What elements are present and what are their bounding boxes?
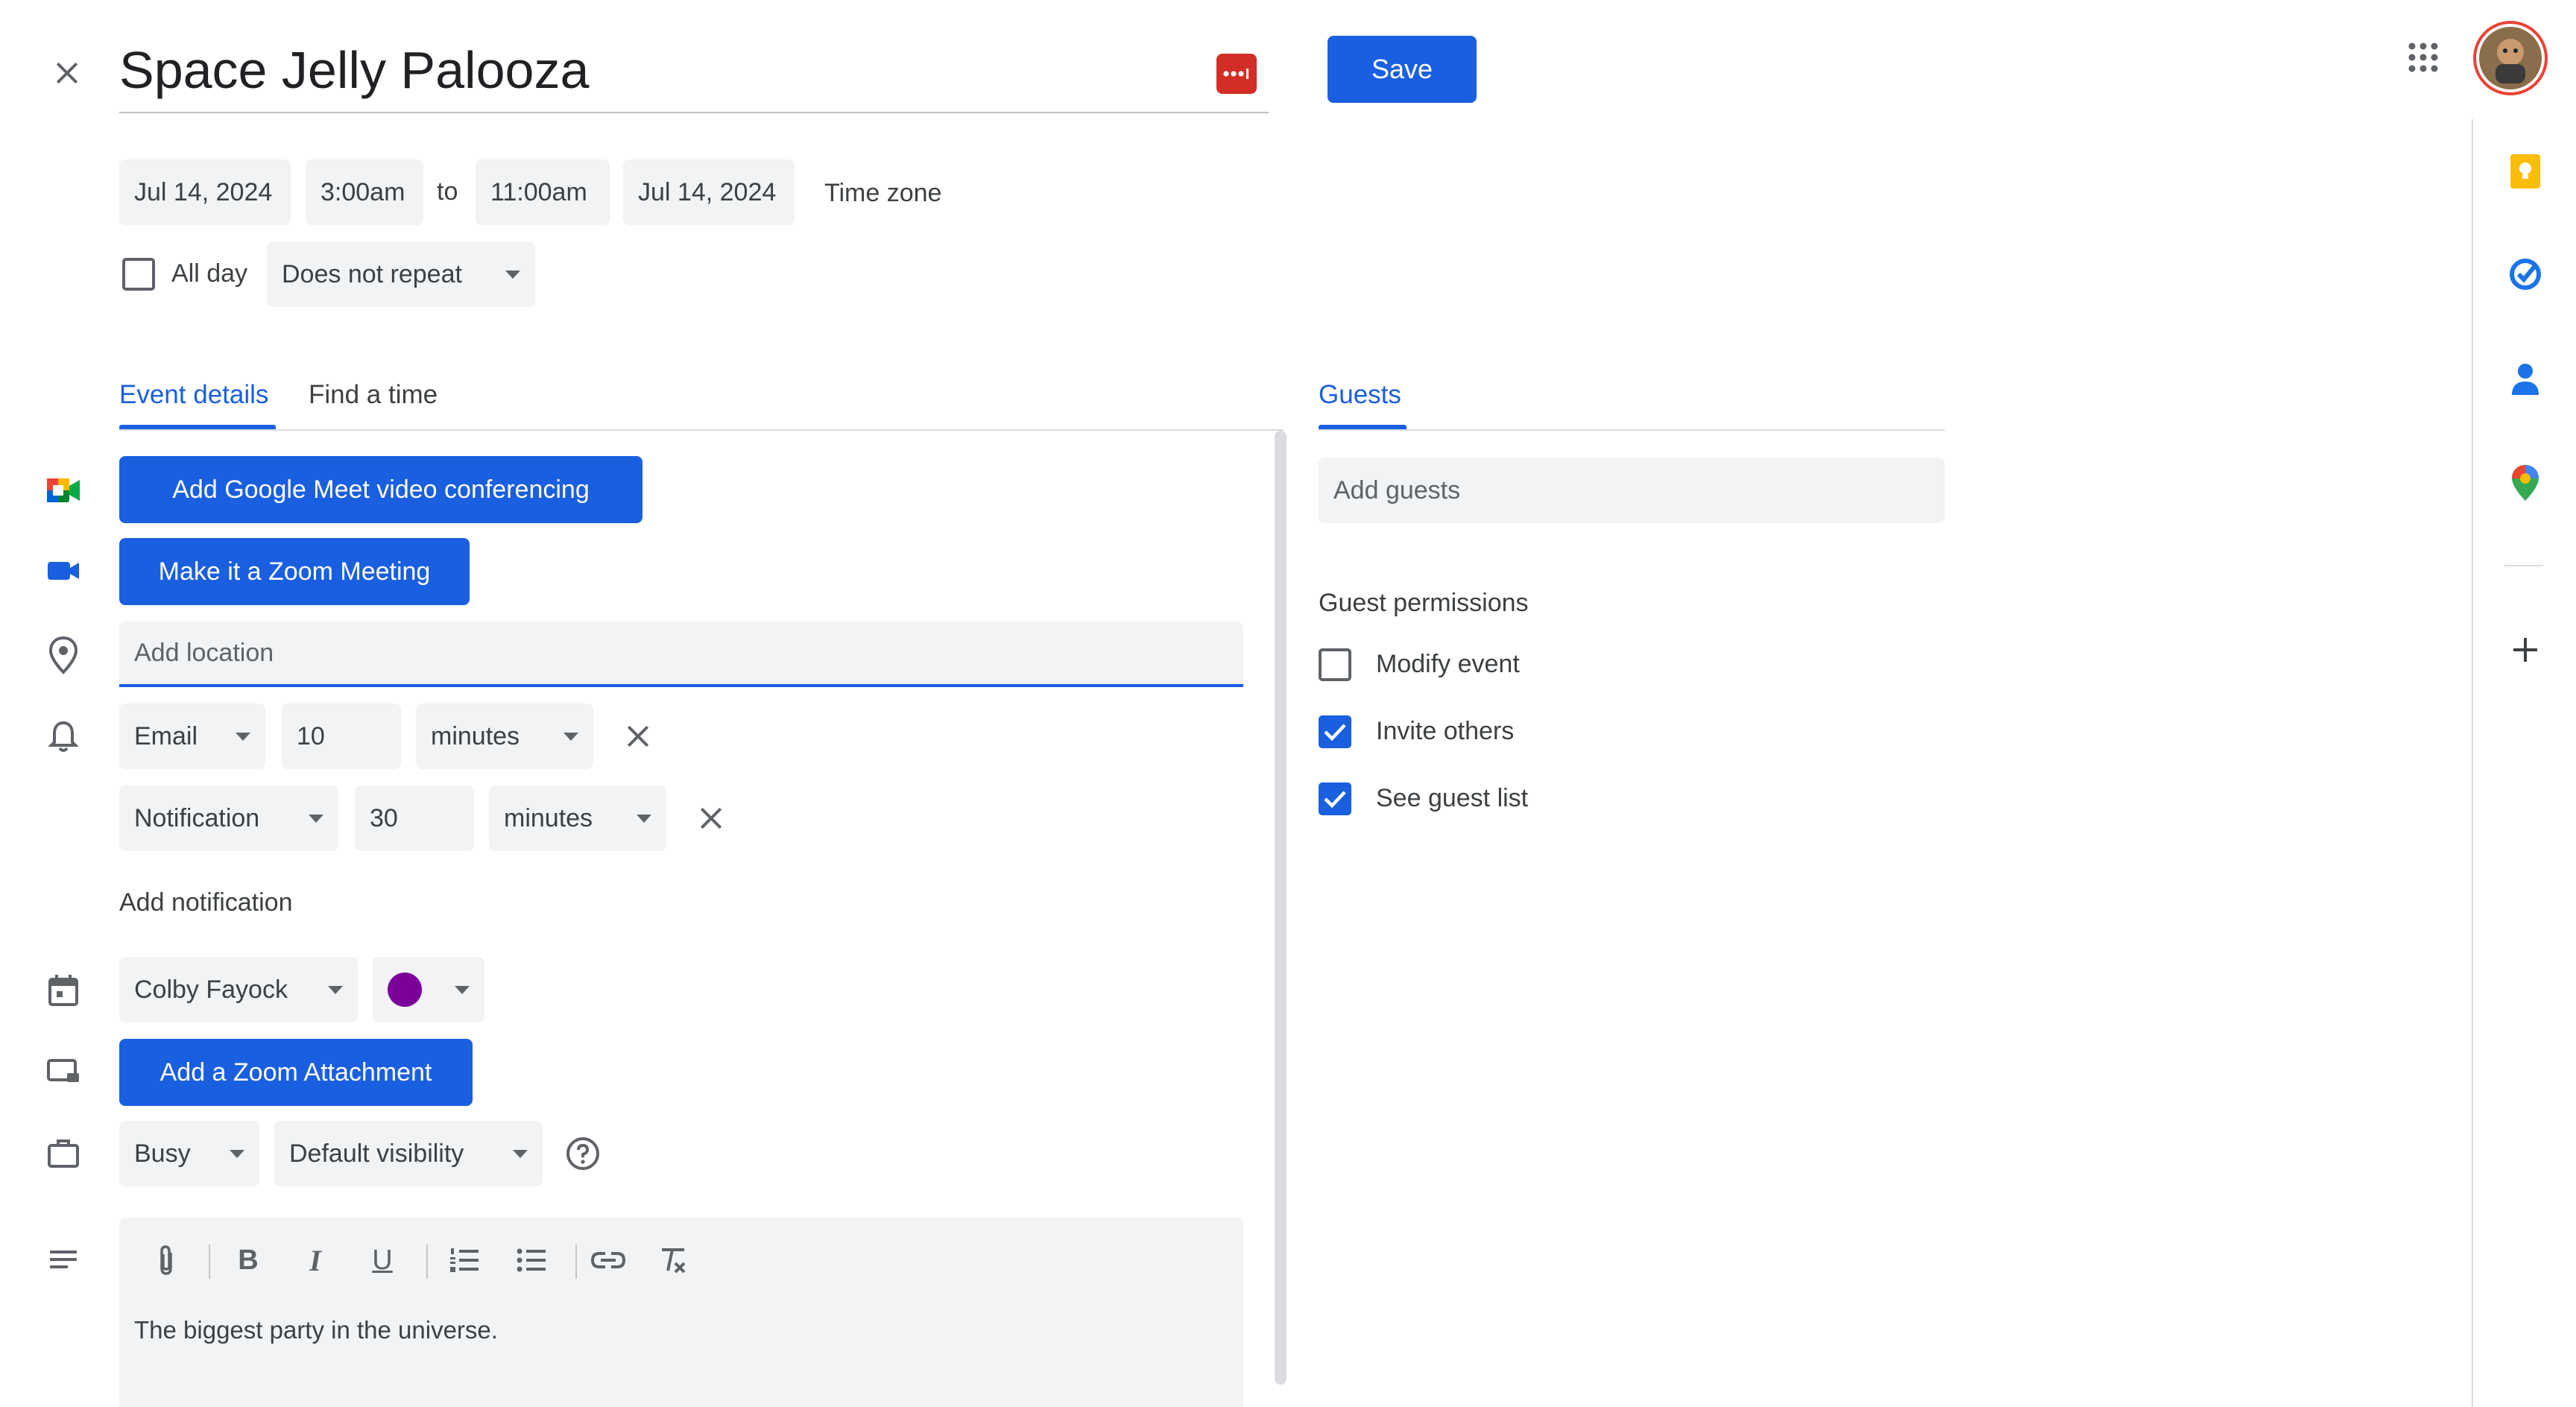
- toolbar-divider: [575, 1245, 577, 1279]
- notification-type-value: Email: [134, 721, 198, 750]
- chevron-down-icon: [564, 732, 578, 741]
- google-keep-icon[interactable]: [2504, 151, 2546, 192]
- repeat-select[interactable]: Does not repeat: [267, 241, 535, 307]
- guest-permissions-title: Guest permissions: [1319, 589, 1529, 617]
- busy-value: Busy: [134, 1139, 191, 1168]
- lastpass-icon[interactable]: [1216, 54, 1257, 94]
- event-color-swatch: [388, 973, 422, 1007]
- invite-others-checkbox[interactable]: [1319, 715, 1351, 748]
- zoom-camera-icon: [45, 554, 82, 587]
- notification-unit-select[interactable]: minutes: [489, 785, 666, 851]
- zoom-attachment-button[interactable]: Add a Zoom Attachment: [119, 1039, 473, 1106]
- tab-find-time[interactable]: Find a time: [309, 380, 438, 410]
- save-button[interactable]: Save: [1328, 36, 1477, 103]
- notification-unit-value: minutes: [504, 803, 593, 832]
- start-time-field[interactable]: 3:00am: [306, 159, 423, 225]
- chevron-down-icon: [230, 1149, 244, 1158]
- google-maps-icon[interactable]: [2504, 462, 2546, 504]
- add-google-meet-button[interactable]: Add Google Meet video conferencing: [119, 456, 643, 523]
- timezone-link[interactable]: Time zone: [824, 179, 941, 208]
- description-text[interactable]: The biggest party in the universe.: [134, 1316, 498, 1344]
- zoom-meeting-button[interactable]: Make it a Zoom Meeting: [119, 538, 470, 605]
- invite-others-label: Invite others: [1376, 717, 1515, 745]
- briefcase-icon: [45, 1134, 82, 1172]
- end-time-field[interactable]: 11:00am: [476, 159, 610, 225]
- chevron-down-icon: [309, 814, 323, 823]
- repeat-value: Does not repeat: [282, 259, 462, 288]
- google-tasks-icon[interactable]: [2504, 253, 2546, 295]
- modify-event-checkbox[interactable]: [1319, 648, 1351, 681]
- side-panel: [2472, 119, 2576, 1407]
- details-scrollbar[interactable]: [1275, 431, 1287, 1385]
- see-guest-list-checkbox[interactable]: [1319, 782, 1351, 815]
- visibility-select[interactable]: Default visibility: [274, 1121, 543, 1186]
- help-icon[interactable]: [565, 1136, 601, 1172]
- clear-formatting-icon[interactable]: [656, 1243, 690, 1277]
- avatar[interactable]: [2473, 21, 2548, 95]
- calendar-select[interactable]: Colby Fayock: [119, 957, 358, 1022]
- remove-notification-icon[interactable]: [622, 720, 654, 753]
- chevron-down-icon: [236, 732, 250, 741]
- guests-divider: [1319, 429, 1945, 431]
- bulleted-list-icon[interactable]: [514, 1243, 549, 1277]
- description-lines-icon: [45, 1243, 82, 1276]
- bell-icon: [45, 717, 82, 754]
- calendar-owner-value: Colby Fayock: [134, 975, 288, 1004]
- toolbar-divider: [209, 1245, 210, 1279]
- all-day-checkbox[interactable]: [122, 258, 155, 291]
- location-pin-icon: [45, 635, 82, 675]
- notification-type-select[interactable]: Email: [119, 704, 265, 769]
- attach-file-icon[interactable]: [149, 1243, 183, 1277]
- google-meet-icon: [45, 474, 82, 507]
- see-guest-list-label: See guest list: [1376, 784, 1529, 812]
- tab-event-details[interactable]: Event details: [119, 380, 268, 410]
- chevron-down-icon: [505, 270, 520, 279]
- notification-amount-input[interactable]: 10: [282, 704, 401, 769]
- bold-icon[interactable]: B: [231, 1243, 265, 1277]
- event-color-select[interactable]: [373, 957, 484, 1022]
- plus-icon[interactable]: [2504, 629, 2546, 671]
- google-contacts-icon[interactable]: [2504, 358, 2546, 399]
- notification-type-select[interactable]: Notification: [119, 785, 338, 851]
- add-guests-input[interactable]: Add guests: [1319, 458, 1945, 523]
- link-icon[interactable]: [589, 1243, 628, 1277]
- apps-grid-icon[interactable]: [2405, 39, 2442, 76]
- chevron-down-icon: [637, 814, 651, 823]
- event-title-input[interactable]: Space Jelly Palooza: [119, 40, 589, 100]
- close-icon[interactable]: [51, 57, 83, 89]
- notification-amount-input[interactable]: 30: [355, 785, 474, 851]
- notification-type-value: Notification: [134, 803, 260, 832]
- notification-unit-value: minutes: [431, 721, 520, 750]
- all-day-label: All day: [171, 259, 248, 288]
- tabs-divider: [119, 429, 1284, 431]
- attachment-screen-icon: [45, 1055, 82, 1088]
- notification-unit-select[interactable]: minutes: [416, 704, 593, 769]
- busy-select[interactable]: Busy: [119, 1121, 259, 1186]
- italic-icon[interactable]: I: [298, 1243, 332, 1277]
- numbered-list-icon[interactable]: [447, 1243, 482, 1277]
- chevron-down-icon: [455, 985, 470, 994]
- chevron-down-icon: [513, 1149, 528, 1158]
- calendar-icon: [45, 972, 82, 1009]
- start-date-field[interactable]: Jul 14, 2024: [119, 159, 291, 225]
- remove-notification-icon[interactable]: [695, 802, 727, 835]
- visibility-value: Default visibility: [289, 1139, 464, 1168]
- tab-guests[interactable]: Guests: [1319, 380, 1401, 410]
- to-label: to: [437, 177, 458, 206]
- location-placeholder: Add location: [134, 638, 274, 667]
- add-guests-placeholder: Add guests: [1333, 475, 1461, 505]
- location-input[interactable]: Add location: [119, 622, 1243, 687]
- title-underline: [119, 112, 1269, 113]
- modify-event-label: Modify event: [1376, 650, 1520, 678]
- side-panel-divider: [2504, 565, 2543, 566]
- underline-icon[interactable]: U: [365, 1243, 400, 1277]
- formatting-toolbar: B I U: [142, 1237, 723, 1285]
- end-date-field[interactable]: Jul 14, 2024: [623, 159, 795, 225]
- chevron-down-icon: [328, 985, 343, 994]
- add-notification-link[interactable]: Add notification: [119, 888, 293, 917]
- toolbar-divider: [426, 1245, 428, 1279]
